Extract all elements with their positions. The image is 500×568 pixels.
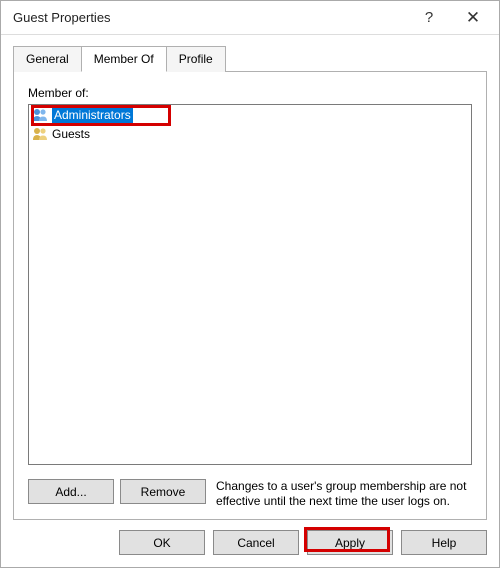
tab-memberof[interactable]: Member Of (81, 46, 167, 72)
help-button[interactable]: Help (401, 530, 487, 555)
dialog-button-row: OK Cancel Apply Help (1, 520, 499, 567)
help-icon[interactable]: ? (407, 1, 451, 35)
list-item[interactable]: Guests (29, 124, 471, 143)
cancel-button[interactable]: Cancel (213, 530, 299, 555)
memberof-button-group: Add... Remove (28, 479, 206, 504)
tab-content-memberof: Member of: Administrators (13, 71, 487, 520)
tab-area: General Member Of Profile Member of: (13, 45, 487, 520)
list-item[interactable]: Administrators (29, 105, 471, 124)
list-item-label: Administrators (52, 107, 133, 123)
add-button[interactable]: Add... (28, 479, 114, 504)
group-icon (32, 126, 48, 142)
close-icon[interactable]: ✕ (451, 1, 495, 35)
tab-general[interactable]: General (13, 46, 82, 72)
ok-button[interactable]: OK (119, 530, 205, 555)
apply-button[interactable]: Apply (307, 530, 393, 555)
list-item-label: Guests (52, 126, 90, 142)
remove-button[interactable]: Remove (120, 479, 206, 504)
tab-strip: General Member Of Profile (13, 45, 487, 71)
membership-hint: Changes to a user's group membership are… (216, 479, 472, 509)
member-of-label: Member of: (28, 86, 472, 100)
group-icon (32, 107, 48, 123)
titlebar: Guest Properties ? ✕ (1, 1, 499, 35)
window-title: Guest Properties (13, 10, 407, 25)
memberof-bottom-area: Add... Remove Changes to a user's group … (28, 479, 472, 509)
guest-properties-dialog: Guest Properties ? ✕ General Member Of P… (0, 0, 500, 568)
member-listbox[interactable]: Administrators Guests (28, 104, 472, 465)
tab-profile[interactable]: Profile (166, 46, 226, 72)
